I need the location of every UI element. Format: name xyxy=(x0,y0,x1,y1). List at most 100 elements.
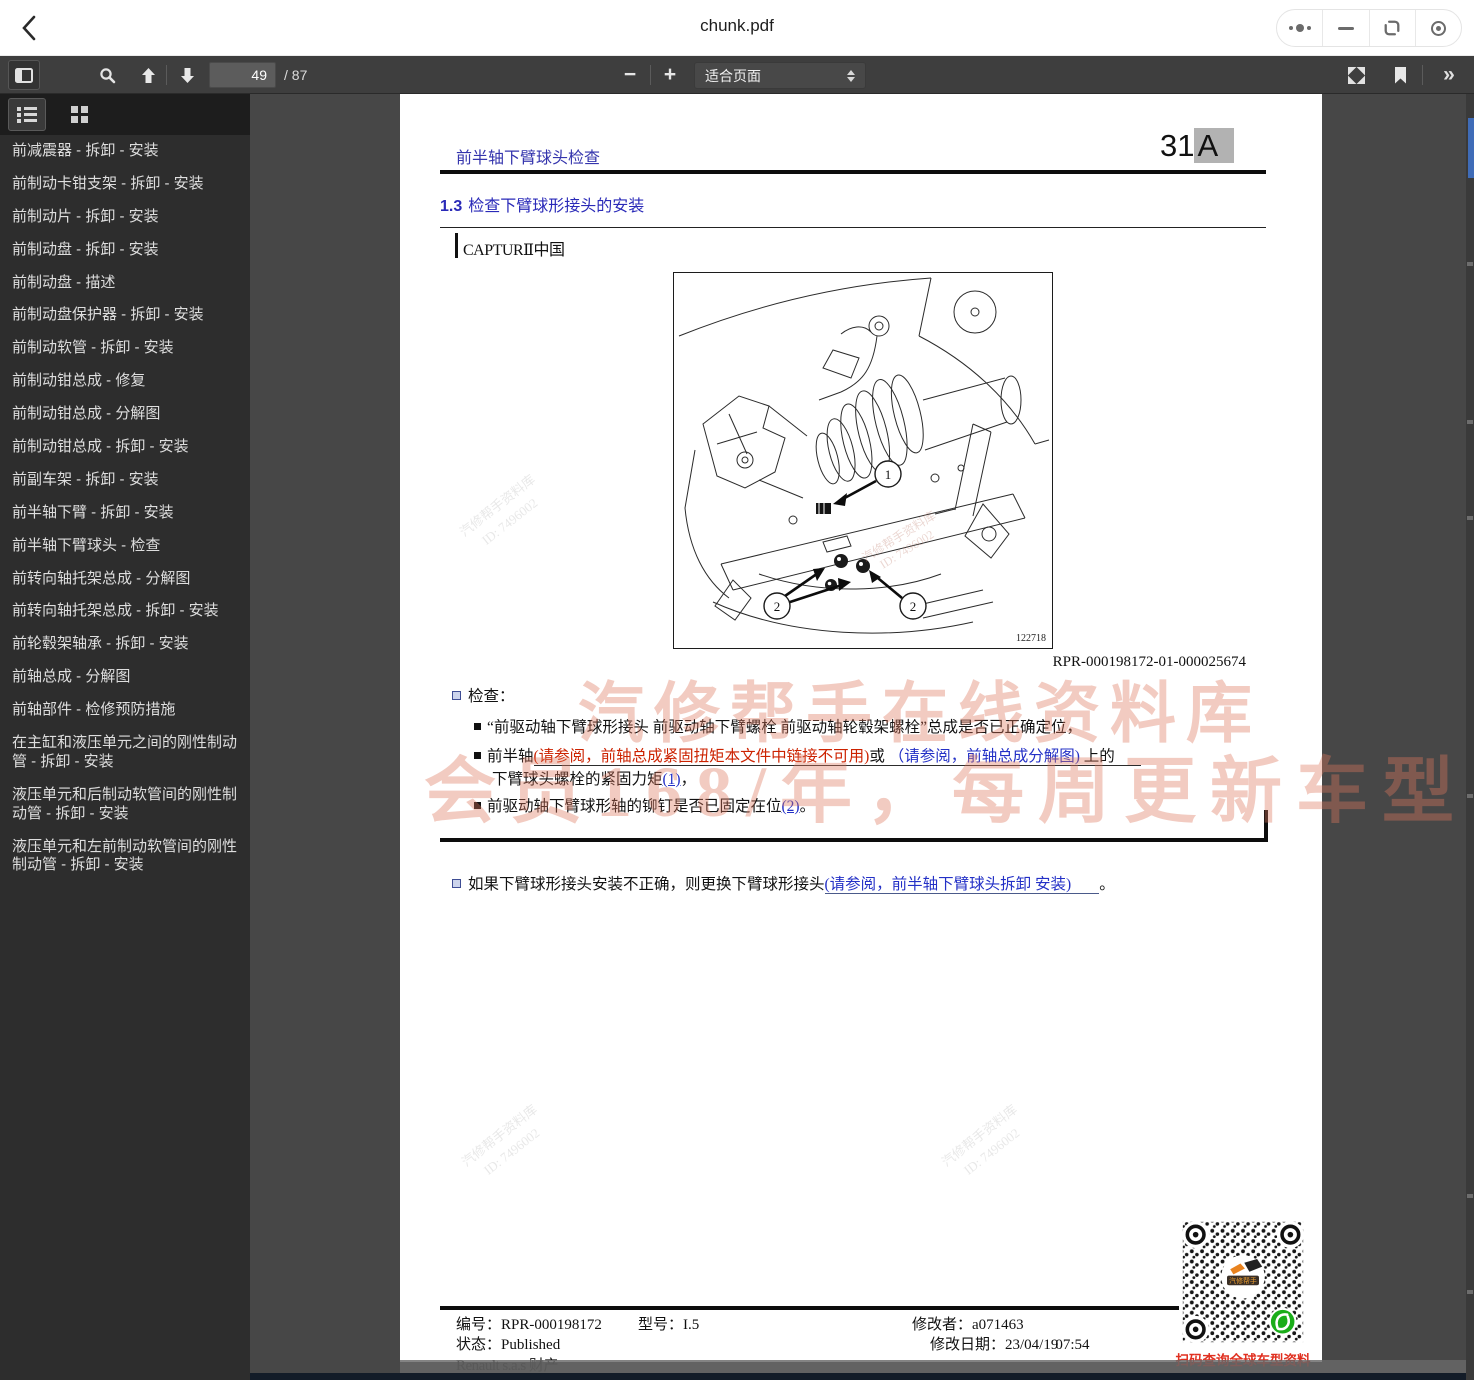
technical-figure: 汽修帮手资料库 ID: 7496002 1 2 2 xyxy=(673,272,1053,649)
toolbar-separator xyxy=(650,65,651,85)
search-icon[interactable] xyxy=(92,60,122,90)
watermark-diagonal: 汽修帮手资料库ID: 7496002 xyxy=(458,1100,554,1187)
sidebar-header xyxy=(0,94,250,135)
outline-item[interactable]: 前制动钳总成 - 修复 xyxy=(0,365,250,398)
outline-item[interactable]: 前半轴下臂球头 - 检查 xyxy=(0,530,250,563)
qr-center-logo: 汽修帮手 xyxy=(1221,1255,1265,1299)
svg-text:汽修帮手: 汽修帮手 xyxy=(1229,1276,1257,1285)
model-line: CAPTURⅡ中国 xyxy=(463,236,565,260)
zoom-in-icon[interactable]: + xyxy=(656,60,684,90)
thumbnails-view-icon[interactable] xyxy=(60,98,98,131)
select-arrows-icon xyxy=(847,70,855,82)
pdf-sidebar: 前减震器 - 拆卸 - 安装 前制动卡钳支架 - 拆卸 - 安装 前制动片 - … xyxy=(0,94,250,1380)
scrollbar-thumb[interactable] xyxy=(1468,118,1474,178)
window-capsule xyxy=(1276,9,1462,47)
pdf-page: 前半轴下臂球头检查 31A 1.3检查下臂球形接头的安装 CAPTURⅡ中国 xyxy=(400,94,1322,1362)
check-heading: 检查： xyxy=(452,684,515,706)
outline-item[interactable]: 前制动卡钳支架 - 拆卸 - 安装 xyxy=(0,168,250,201)
footer-rule xyxy=(440,1306,1266,1310)
doc-status: 状态：Published xyxy=(456,1333,560,1354)
title-bar: chunk.pdf xyxy=(0,0,1474,56)
check-item-1: “前驱动轴下臂球形接头 前驱动轴下臂螺栓 前驱动轴轮毂架螺栓”总成是否已正确定位… xyxy=(474,715,1234,737)
outline-item[interactable]: 前半轴下臂 - 拆卸 - 安装 xyxy=(0,497,250,530)
callout-ref-2[interactable]: (2) xyxy=(782,798,800,815)
fullscreen-icon[interactable] xyxy=(1340,60,1372,90)
callout-1-label: 1 xyxy=(885,467,892,482)
doc-number: 编号：RPR-000198172 xyxy=(456,1313,602,1334)
check-item-3: 前驱动轴下臂球形轴的铆钉是否已固定在位(2)。 xyxy=(474,794,815,816)
outline-item[interactable]: 前制动钳总成 - 拆卸 - 安装 xyxy=(0,431,250,464)
outline-item[interactable]: 前轴部件 - 检修预防措施 xyxy=(0,694,250,727)
outline-item[interactable]: 前轴总成 - 分解图 xyxy=(0,661,250,694)
watermark-diagonal: 汽修帮手资料库ID: 7496002 xyxy=(456,470,552,557)
figure-code: 122718 xyxy=(1016,633,1046,644)
outline-item[interactable]: 前制动盘保护器 - 拆卸 - 安装 xyxy=(0,299,250,332)
watermark-diagonal: 汽修帮手资料库ID: 7496002 xyxy=(938,1100,1034,1187)
black-bullet-icon xyxy=(474,752,481,759)
zoom-out-icon[interactable]: − xyxy=(616,60,644,90)
outline-item[interactable]: 前副车架 - 拆卸 - 安装 xyxy=(0,464,250,497)
doc-modified-date: 修改日期：23/04/1907:54 xyxy=(930,1333,1090,1354)
outline-view-icon[interactable] xyxy=(8,98,46,131)
replacement-note: 如果下臂球形接头安装不正确，则更换下臂球形接头(请参阅，前半轴下臂球头拆卸 安装… xyxy=(452,872,1252,894)
heading-rule xyxy=(440,227,1266,228)
outline-list: 前减震器 - 拆卸 - 安装 前制动卡钳支架 - 拆卸 - 安装 前制动片 - … xyxy=(0,135,250,882)
previous-page-icon[interactable] xyxy=(133,60,163,90)
outline-item[interactable]: 液压单元和左前制动软管间的刚性制动管 - 拆卸 - 安装 xyxy=(0,831,250,883)
zoom-level-select[interactable]: 适合页面 xyxy=(694,62,866,89)
callout-2-label: 2 xyxy=(910,599,917,614)
outline-item[interactable]: 前制动软管 - 拆卸 - 安装 xyxy=(0,332,250,365)
removal-install-link[interactable]: (请参阅，前半轴下臂球头拆卸 安装) xyxy=(825,876,1100,894)
doc-model: 型号：I.5 xyxy=(638,1313,699,1334)
check-item-2-line2: 下臂球头螺栓的紧固力矩(1)， xyxy=(492,767,696,789)
watermark-line1: 汽修帮手在线资料库 xyxy=(578,660,1262,756)
callout-2-label: 2 xyxy=(774,599,781,614)
pdf-toolbar: / 87 − + 适合页面 » xyxy=(0,56,1474,94)
pdf-viewport[interactable]: 前半轴下臂球头检查 31A 1.3检查下臂球形接头的安装 CAPTURⅡ中国 xyxy=(250,94,1474,1380)
section-end-rule-corner xyxy=(1264,810,1268,842)
toolbar-separator xyxy=(1422,65,1423,85)
minimize-icon[interactable] xyxy=(1322,10,1368,46)
outline-item[interactable]: 前转向轴托架总成 - 拆卸 - 安装 xyxy=(0,595,250,628)
exploded-view-link[interactable]: （请参阅，前轴总成分解图) xyxy=(889,748,1080,765)
app-window: { "titlebar": { "title": "chunk.pdf" }, … xyxy=(0,0,1474,1380)
sidebar-toggle-icon[interactable] xyxy=(8,60,40,90)
torque-link-unavailable[interactable]: (请参阅，前轴总成紧固扭矩本文件中链接不可用) xyxy=(534,748,870,765)
section-heading: 1.3检查下臂球形接头的安装 xyxy=(440,192,644,216)
bookmark-icon[interactable] xyxy=(1386,60,1414,90)
page-number-input[interactable] xyxy=(209,62,276,88)
document-title: chunk.pdf xyxy=(0,16,1474,36)
more-tools-icon[interactable]: » xyxy=(1432,60,1464,90)
next-page-icon[interactable] xyxy=(172,60,202,90)
outline-item[interactable]: 前轮毂架轴承 - 拆卸 - 安装 xyxy=(0,628,250,661)
outline-item[interactable]: 前转向轴托架总成 - 分解图 xyxy=(0,563,250,596)
qr-promo-block: 汽修帮手 扫码查询全球车型资料 仅需168/年，每周更新 xyxy=(1158,1218,1328,1380)
horizontal-scrollbar[interactable] xyxy=(400,1360,1466,1373)
page-total-label: / 87 xyxy=(284,67,307,83)
section-number: 31A xyxy=(1160,128,1234,164)
figure-reference: RPR-000198172-01-000025674 xyxy=(1053,654,1246,671)
section-end-rule xyxy=(440,838,1268,842)
square-bullet-icon xyxy=(452,879,461,888)
outline-item[interactable]: 液压单元和后制动软管间的刚性制动管 - 拆卸 - 安装 xyxy=(0,779,250,831)
callout-ref-1[interactable]: (1) xyxy=(663,771,681,788)
close-icon[interactable] xyxy=(1415,10,1461,46)
outline-item[interactable]: 前制动钳总成 - 分解图 xyxy=(0,398,250,431)
doc-editor: 修改者：a071463 xyxy=(912,1313,1024,1334)
outline-item[interactable]: 前制动盘 - 描述 xyxy=(0,267,250,300)
check-item-2: 前半轴(请参阅，前轴总成紧固扭矩本文件中链接不可用)或 （请参阅，前轴总成分解图… xyxy=(474,744,1254,766)
outline-item[interactable]: 前减震器 - 拆卸 - 安装 xyxy=(0,135,250,168)
outline-item[interactable]: 在主缸和液压单元之间的刚性制动管 - 拆卸 - 安装 xyxy=(0,727,250,779)
float-window-icon[interactable] xyxy=(1369,10,1415,46)
toolbar-separator xyxy=(166,65,167,85)
page-title: 前半轴下臂球头检查 xyxy=(456,144,600,168)
header-rule xyxy=(440,170,1266,174)
square-bullet-icon xyxy=(452,691,461,700)
qr-code: 汽修帮手 xyxy=(1179,1218,1307,1346)
more-menu-icon[interactable] xyxy=(1277,10,1322,46)
vertical-scrollbar[interactable] xyxy=(1466,94,1474,1380)
wechat-icon xyxy=(1270,1309,1296,1335)
outline-item[interactable]: 前制动片 - 拆卸 - 安装 xyxy=(0,201,250,234)
outline-item[interactable]: 前制动盘 - 拆卸 - 安装 xyxy=(0,234,250,267)
black-bullet-icon xyxy=(474,723,481,730)
